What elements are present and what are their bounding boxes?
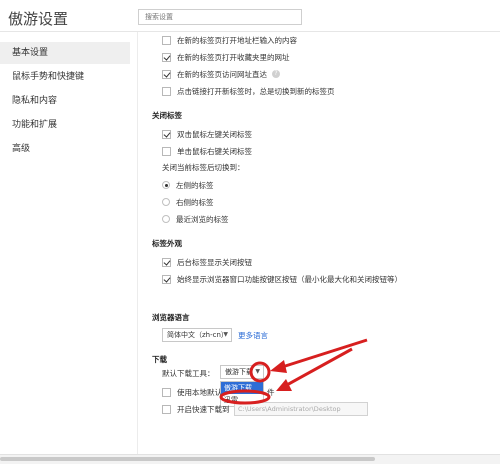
section-heading-download: 下载 (152, 355, 167, 364)
sidebar-item-mouse-gestures[interactable]: 鼠标手势和快捷键 (0, 66, 130, 88)
section-heading-close-tab: 关闭标签 (152, 111, 182, 120)
page-title: 傲游设置 (8, 10, 69, 28)
option-label: 在新的标签页打开收藏夹里的网址 (177, 52, 290, 62)
scrollbar-thumb[interactable] (0, 457, 375, 461)
radio[interactable] (162, 215, 170, 223)
sidebar-item-privacy[interactable]: 隐私和内容 (0, 90, 130, 112)
checkbox[interactable] (162, 404, 171, 414)
quick-download-path-field[interactable]: C:\Users\Administrator\Desktop (234, 402, 368, 416)
option-label: 点击链接打开新标签时，总是切换到新的标签页 (177, 86, 335, 96)
sidebar: 基本设置 鼠标手势和快捷键 隐私和内容 功能和扩展 高级 (0, 32, 138, 463)
checkbox[interactable] (162, 257, 171, 267)
option-open-address-new-tab[interactable]: 在新的标签页打开地址栏输入的内容 (162, 33, 297, 47)
option-use-local-default[interactable]: 使用本地默认 (162, 385, 222, 399)
option-switch-to-new-tab[interactable]: 点击链接打开新标签时，总是切换到新的标签页 (162, 84, 335, 98)
sidebar-item-basic[interactable]: 基本设置 (0, 42, 130, 64)
option-label: 在新的标签页打开地址栏输入的内容 (177, 35, 297, 45)
search-input[interactable] (138, 9, 302, 25)
checkbox[interactable] (162, 52, 171, 62)
language-select[interactable]: 简体中文（zh-cn） ▼ (162, 328, 232, 342)
option-label: 在新的标签页访问网址直达 (177, 69, 267, 79)
download-tool-value: 傲游下载 (225, 368, 253, 376)
radio-left-tab[interactable]: 左侧的标签 (162, 178, 214, 192)
option-show-window-buttons[interactable]: 始终显示浏览器窗口功能按键区按钮（最小化最大化和关闭按钮等） (162, 272, 402, 286)
annotation-arrow-line-lower (284, 347, 353, 388)
checkbox[interactable] (162, 69, 171, 79)
section-heading-language: 浏览器语言 (152, 313, 190, 322)
download-tool-label: 默认下载工具： (162, 369, 215, 378)
help-icon[interactable]: ? (272, 70, 280, 78)
radio-label: 最近浏览的标签 (176, 214, 229, 224)
language-select-value: 简体中文（zh-cn） (167, 331, 228, 339)
option-quick-download[interactable]: 开启快速下载到 (162, 402, 230, 416)
checkbox[interactable] (162, 35, 171, 45)
dropdown-option-maxthon[interactable]: 傲游下载 (221, 382, 263, 394)
option-label: 后台标签显示关闭按钮 (177, 257, 252, 267)
annotation-arrow-line-upper (278, 338, 368, 370)
option-label: 双击鼠标左键关闭标签 (177, 129, 252, 139)
switch-after-close-label: 关闭当前标签后切换到： (162, 163, 245, 172)
section-heading-tab-appearance: 标签外观 (152, 239, 182, 248)
checkbox[interactable] (162, 129, 171, 139)
option-show-close-button[interactable]: 后台标签显示关闭按钮 (162, 255, 252, 269)
radio[interactable] (162, 181, 170, 189)
option-double-click-close[interactable]: 双击鼠标左键关闭标签 (162, 127, 252, 141)
radio-recent-tab[interactable]: 最近浏览的标签 (162, 212, 229, 226)
sidebar-item-features[interactable]: 功能和扩展 (0, 114, 130, 136)
option-label: 始终显示浏览器窗口功能按键区按钮（最小化最大化和关闭按钮等） (177, 274, 402, 284)
more-languages-link[interactable]: 更多语言 (238, 330, 268, 341)
option-label: 开启快速下载到 (177, 404, 230, 414)
checkbox[interactable] (162, 146, 171, 156)
option-label: 使用本地默认 (177, 387, 222, 397)
sidebar-item-advanced[interactable]: 高级 (0, 138, 130, 160)
option-right-click-close[interactable]: 单击鼠标右键关闭标签 (162, 144, 252, 158)
radio[interactable] (162, 198, 170, 206)
option-label: 单击鼠标右键关闭标签 (177, 146, 252, 156)
annotation-arrowhead-lower (276, 379, 292, 391)
checkbox[interactable] (162, 274, 171, 284)
option-open-favorites-new-tab[interactable]: 在新的标签页打开收藏夹里的网址 (162, 50, 290, 64)
chevron-down-icon: ▼ (223, 331, 228, 338)
radio-label: 左侧的标签 (176, 180, 214, 190)
annotation-arrowhead-upper (270, 360, 287, 373)
radio-right-tab[interactable]: 右侧的标签 (162, 195, 214, 209)
download-tool-select[interactable]: 傲游下载 ▼ (220, 365, 264, 379)
radio-label: 右侧的标签 (176, 197, 214, 207)
checkbox[interactable] (162, 86, 171, 96)
checkbox[interactable] (162, 387, 171, 397)
use-local-suffix: 件 (267, 388, 275, 397)
option-url-direct-new-tab[interactable]: 在新的标签页访问网址直达 ? (162, 67, 280, 81)
chevron-down-icon: ▼ (255, 368, 260, 375)
